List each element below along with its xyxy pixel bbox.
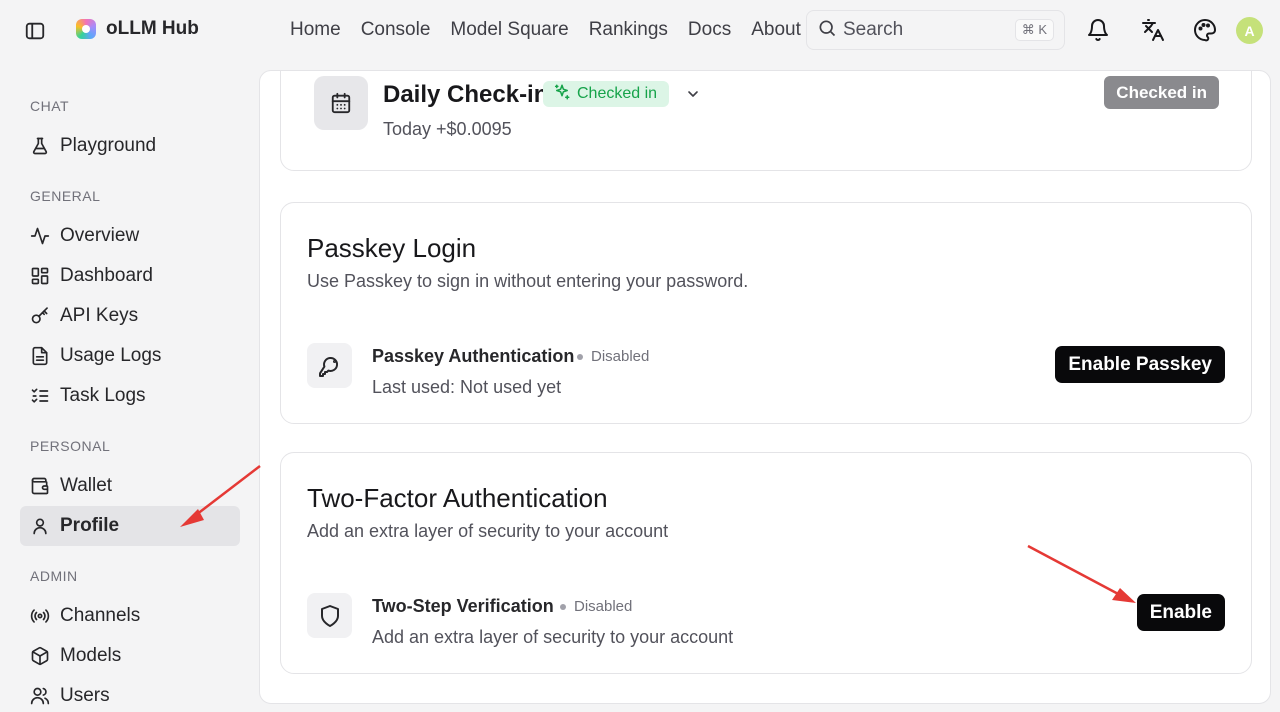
sidebar-item-api-keys[interactable]: API Keys — [20, 296, 240, 336]
shield-icon — [307, 593, 352, 638]
passkey-section-description: Use Passkey to sign in without entering … — [307, 271, 749, 291]
flask-icon — [30, 136, 50, 156]
calendar-icon — [314, 76, 368, 130]
chevron-down-icon[interactable] — [685, 86, 701, 102]
two-factor-section-title: Two-Factor Authentication — [307, 483, 608, 513]
document-icon — [30, 346, 50, 366]
nav-about[interactable]: About — [751, 19, 801, 41]
language-icon[interactable] — [1141, 18, 1165, 42]
search-input[interactable]: Search ⌘ K — [806, 10, 1065, 50]
main-content: Daily Check-in Checked in Today +$0.0095… — [259, 70, 1271, 704]
palette-icon[interactable] — [1193, 18, 1217, 42]
users-icon — [30, 686, 50, 706]
cube-icon — [30, 646, 50, 666]
sidebar-item-label: Task Logs — [60, 385, 146, 406]
key-icon — [30, 306, 50, 326]
sidebar-group-chat: CHAT — [30, 98, 70, 114]
passkey-status-badge: Disabled — [577, 348, 649, 365]
search-icon — [817, 18, 837, 43]
two-step-feature-name: Two-Step Verification — [372, 596, 554, 616]
nav-rankings[interactable]: Rankings — [589, 19, 668, 41]
sidebar-item-label: Models — [60, 645, 122, 666]
sidebar-item-profile[interactable]: Profile — [20, 506, 240, 546]
sidebar-item-wallet[interactable]: Wallet — [20, 466, 240, 506]
checkin-title: Daily Check-in — [383, 81, 549, 108]
passkey-card: Passkey Login Use Passkey to sign in wit… — [280, 202, 1252, 424]
passkey-last-used: Last used: Not used yet — [372, 377, 562, 397]
sidebar-toggle-icon[interactable] — [24, 20, 46, 42]
sidebar-item-playground[interactable]: Playground — [20, 126, 240, 166]
sidebar-item-dashboard[interactable]: Dashboard — [20, 256, 240, 296]
checkin-badge-label: Checked in — [577, 85, 658, 102]
checkin-reward: Today +$0.0095 — [383, 119, 512, 139]
main-nav: Home Console Model Square Rankings Docs … — [290, 19, 801, 41]
brand-name: oLLM Hub — [106, 18, 199, 39]
user-icon — [30, 516, 50, 536]
sidebar-item-task-logs[interactable]: Task Logs — [20, 376, 240, 416]
two-step-description: Add an extra layer of security to your a… — [372, 627, 734, 647]
avatar[interactable]: A — [1236, 17, 1263, 44]
sidebar-item-label: API Keys — [60, 305, 139, 326]
sidebar: CHAT Playground GENERAL Overview Dashboa… — [0, 62, 260, 712]
sidebar-item-channels[interactable]: Channels — [20, 596, 240, 636]
passkey-section-title: Passkey Login — [307, 233, 477, 263]
checkin-status-badge: Checked in — [543, 81, 670, 107]
two-factor-section-description: Add an extra layer of security to your a… — [307, 521, 669, 541]
nav-model-square[interactable]: Model Square — [450, 19, 568, 41]
activity-icon — [30, 226, 50, 246]
wallet-icon — [30, 476, 50, 496]
key-icon — [307, 343, 352, 388]
nav-docs[interactable]: Docs — [688, 19, 731, 41]
search-shortcut: ⌘ K — [1014, 19, 1054, 41]
top-bar: oLLM Hub Home Console Model Square Ranki… — [0, 0, 1280, 62]
brand[interactable]: oLLM Hub — [76, 18, 199, 40]
dashboard-icon — [30, 266, 50, 286]
sidebar-item-label: Users — [60, 685, 110, 706]
sidebar-item-label: Wallet — [60, 475, 113, 496]
sidebar-item-label: Overview — [60, 225, 140, 246]
sparkle-icon — [553, 83, 571, 106]
search-placeholder: Search — [843, 19, 904, 40]
checked-in-button[interactable]: Checked in — [1104, 76, 1219, 109]
two-step-status-label: Disabled — [574, 598, 633, 615]
two-step-status-badge: Disabled — [560, 598, 632, 615]
sidebar-group-general: GENERAL — [30, 188, 101, 204]
passkey-feature-name: Passkey Authentication — [372, 346, 575, 366]
passkey-status-label: Disabled — [591, 348, 650, 365]
two-factor-card: Two-Factor Authentication Add an extra l… — [280, 452, 1252, 674]
sidebar-item-label: Channels — [60, 605, 141, 626]
sidebar-group-admin: ADMIN — [30, 568, 78, 584]
nav-home[interactable]: Home — [290, 19, 341, 41]
status-dot — [577, 353, 583, 360]
checkin-card: Daily Check-in Checked in Today +$0.0095… — [280, 71, 1252, 171]
brand-logo-icon — [76, 19, 96, 39]
broadcast-icon — [30, 606, 50, 626]
status-dot — [560, 603, 566, 610]
sidebar-item-overview[interactable]: Overview — [20, 216, 240, 256]
sidebar-item-label: Dashboard — [60, 265, 153, 286]
sidebar-item-label: Usage Logs — [60, 345, 162, 366]
sidebar-item-label: Playground — [60, 135, 157, 156]
sidebar-group-personal: PERSONAL — [30, 438, 111, 454]
sidebar-item-usage-logs[interactable]: Usage Logs — [20, 336, 240, 376]
nav-console[interactable]: Console — [361, 19, 431, 41]
sidebar-item-models[interactable]: Models — [20, 636, 240, 676]
enable-2fa-button[interactable]: Enable — [1136, 594, 1225, 631]
bell-icon[interactable] — [1086, 18, 1110, 42]
sidebar-item-label: Profile — [60, 515, 120, 536]
enable-passkey-button[interactable]: Enable Passkey — [1055, 346, 1225, 383]
sidebar-item-users[interactable]: Users — [20, 676, 240, 712]
list-check-icon — [30, 386, 50, 406]
